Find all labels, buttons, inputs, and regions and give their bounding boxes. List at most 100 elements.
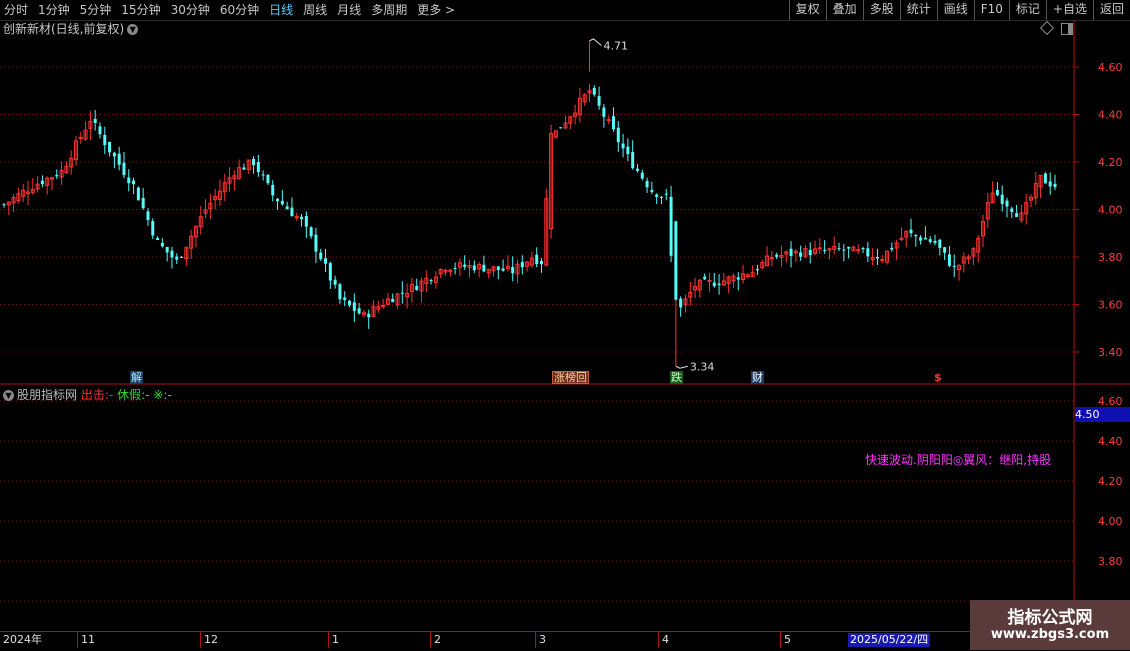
- candle-body: [736, 277, 740, 280]
- indicator-tick-label: 4.20: [1098, 475, 1123, 488]
- candle-body: [1010, 208, 1014, 212]
- candle-body: [539, 260, 543, 265]
- price-axis: 4.604.404.204.003.803.603.404.604.404.20…: [1074, 61, 1123, 568]
- indicator-tick-label: 4.00: [1098, 515, 1123, 528]
- candle-body: [338, 284, 342, 300]
- candle-body: [952, 265, 956, 267]
- candle-body: [919, 237, 923, 241]
- candle-body: [890, 247, 894, 250]
- candle-body: [808, 249, 812, 256]
- candle-body: [175, 256, 179, 260]
- candle-body: [650, 190, 654, 193]
- candle-body: [679, 298, 683, 308]
- candle-body: [324, 258, 328, 264]
- candle-body: [703, 276, 707, 280]
- candle-body: [348, 300, 352, 306]
- candle-body: [98, 126, 102, 135]
- candle-body: [559, 127, 563, 129]
- chevron-down-icon[interactable]: ▼: [127, 24, 139, 35]
- candle-body: [333, 279, 337, 285]
- grid-lines: [0, 21, 1130, 631]
- candle-body: [645, 180, 649, 188]
- chevron-down-icon[interactable]: ▼: [3, 390, 14, 401]
- candle-body: [151, 221, 155, 236]
- candle-body: [156, 238, 160, 240]
- date-label: 12: [200, 632, 218, 648]
- candle-body: [655, 194, 659, 197]
- window-toggle-icon[interactable]: [1061, 23, 1073, 35]
- candle-body: [923, 237, 927, 240]
- candle-body: [429, 280, 433, 282]
- candle-body: [640, 172, 644, 179]
- candle-body: [482, 264, 486, 272]
- date-axis: 2024年 11 12 1 2 3 4 5 2025/05/22/四: [0, 631, 1130, 651]
- candle-body: [928, 239, 932, 242]
- candle-body: [132, 180, 136, 185]
- indicator-title[interactable]: ▼ 股朋指标网 出击:- 休假:- ※:-: [3, 387, 172, 403]
- out-label: 出击:: [80, 388, 109, 402]
- price-tick-label: 4.00: [1098, 204, 1123, 217]
- candle-body: [861, 247, 865, 250]
- candle-body: [328, 263, 332, 281]
- drop-marker[interactable]: 跌: [670, 371, 683, 384]
- chart-canvas[interactable]: 4.604.404.204.003.803.603.404.604.404.20…: [0, 0, 1130, 650]
- candle-body: [290, 207, 294, 217]
- candle-body: [674, 221, 678, 300]
- candle-body: [103, 134, 107, 146]
- candle-body: [875, 257, 879, 259]
- candle-body: [943, 247, 947, 253]
- candle-body: [280, 200, 284, 205]
- candle-body: [271, 184, 275, 196]
- candle-body: [837, 248, 841, 250]
- dollar-marker[interactable]: $: [933, 371, 943, 384]
- watermark-logo: 指标公式网 www.zbgs3.com: [970, 600, 1130, 650]
- candle-body: [496, 266, 500, 271]
- candle-body: [472, 265, 476, 271]
- candle-body: [1048, 181, 1052, 187]
- candle-body: [141, 197, 145, 209]
- candle-body: [314, 234, 318, 252]
- candle-body: [535, 254, 539, 265]
- candle-body: [520, 262, 524, 268]
- candle-body: [309, 227, 313, 237]
- candle-body: [108, 141, 112, 153]
- candle-body: [707, 279, 712, 282]
- candle-body: [1005, 200, 1009, 207]
- out-value: -: [108, 388, 114, 402]
- candle-body: [717, 283, 721, 286]
- candle-body: [136, 187, 140, 201]
- candle-body: [938, 239, 942, 248]
- candle-body: [995, 190, 999, 196]
- price-annotations: 4.71 3.34: [588, 38, 715, 373]
- date-label: 2: [430, 632, 441, 648]
- candle-body: [669, 196, 673, 256]
- stock-name-label: 创新新材(日线,前复权): [3, 22, 125, 36]
- candle-body: [276, 198, 280, 202]
- candle-body: [343, 297, 347, 300]
- indicator-tick-label: 4.40: [1098, 435, 1123, 448]
- date-label: 4: [658, 632, 669, 648]
- candle-body: [285, 206, 289, 210]
- candle-body: [592, 87, 596, 95]
- candle-body: [357, 308, 361, 314]
- candle-body: [1043, 173, 1047, 184]
- chart-title[interactable]: 创新新材(日线,前复权) ▼: [3, 21, 139, 37]
- candle-body: [180, 256, 184, 258]
- finance-marker[interactable]: 财: [751, 371, 764, 384]
- low-label: 3.34: [690, 360, 715, 373]
- unlock-marker[interactable]: 解: [130, 371, 143, 384]
- candle-body: [165, 246, 169, 253]
- candle-body: [146, 211, 150, 221]
- candle-body: [631, 152, 635, 169]
- candle-body: [415, 285, 419, 291]
- cursor-date-label: 2025/05/22/四: [848, 633, 931, 647]
- high-label: 4.71: [603, 40, 628, 53]
- candle-body: [664, 193, 668, 195]
- candle-body: [866, 248, 870, 257]
- candle-body: [463, 264, 467, 267]
- limit-list-marker[interactable]: 涨榜回: [552, 371, 589, 384]
- low-arrow: [675, 365, 688, 369]
- candle-body: [635, 168, 639, 171]
- candle-body: [909, 229, 913, 234]
- candle-body: [842, 249, 846, 251]
